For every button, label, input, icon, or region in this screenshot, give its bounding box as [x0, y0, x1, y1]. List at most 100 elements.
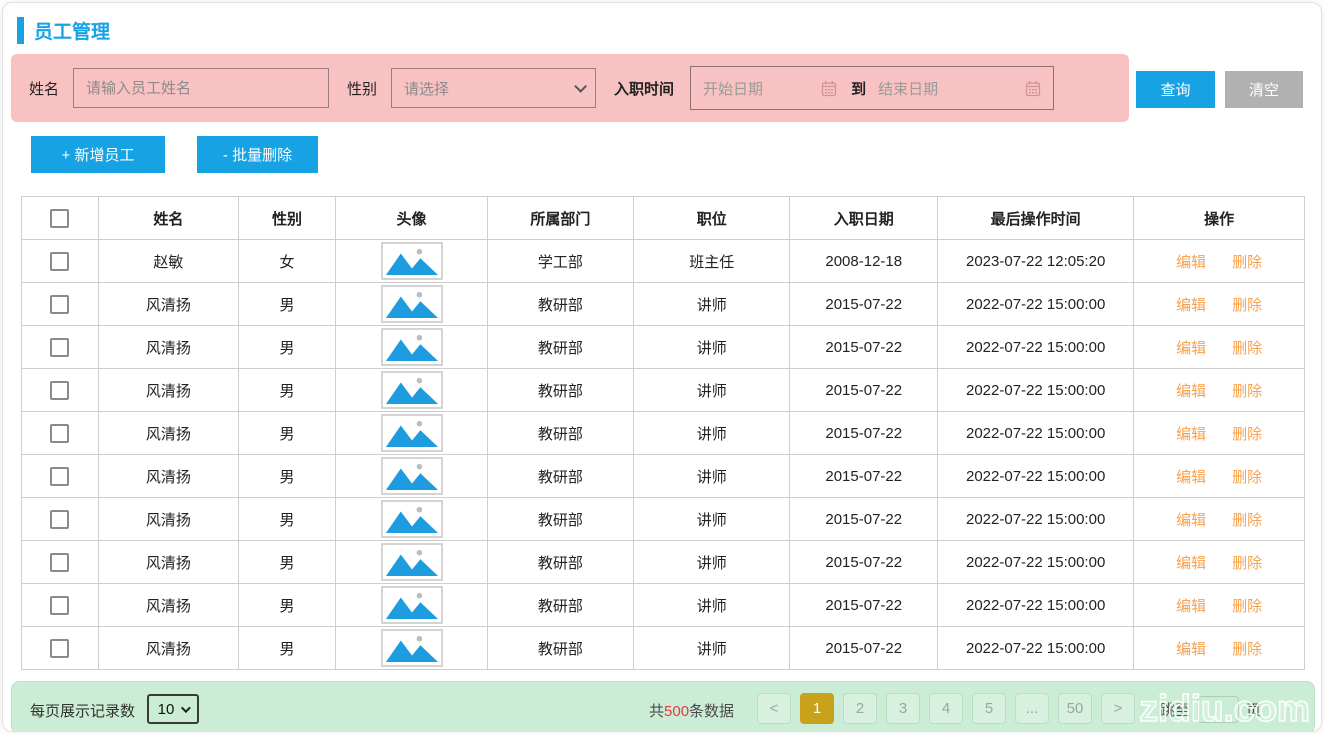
edit-link[interactable]: 编辑	[1176, 340, 1206, 357]
page-button-3[interactable]: 3	[886, 693, 920, 724]
avatar-image	[381, 586, 443, 624]
edit-link[interactable]: 编辑	[1176, 254, 1206, 271]
edit-link[interactable]: 编辑	[1176, 641, 1206, 658]
delete-link[interactable]: 删除	[1232, 383, 1262, 400]
edit-link[interactable]: 编辑	[1176, 512, 1206, 529]
query-button[interactable]: 查询	[1136, 71, 1215, 108]
delete-link[interactable]: 删除	[1232, 598, 1262, 615]
cell-position: 讲师	[633, 541, 790, 584]
cell-employee-name: 风清扬	[98, 455, 238, 498]
delete-link[interactable]: 删除	[1232, 340, 1262, 357]
cell-last-op-time: 2022-07-22 15:00:00	[938, 412, 1134, 455]
clear-button[interactable]: 清空	[1225, 71, 1303, 108]
pagination-buttons: <12345... 50 >	[757, 693, 1135, 724]
cell-hire-date: 2008-12-18	[790, 240, 938, 283]
batch-delete-button[interactable]: - 批量删除	[197, 136, 318, 173]
delete-link[interactable]: 删除	[1232, 254, 1262, 271]
name-label: 姓名	[29, 78, 59, 99]
jump-page-input[interactable]	[1197, 696, 1239, 723]
edit-link[interactable]: 编辑	[1176, 469, 1206, 486]
column-header: 头像	[336, 197, 487, 240]
cell-employee-name: 风清扬	[98, 541, 238, 584]
cell-position: 讲师	[633, 369, 790, 412]
add-employee-button[interactable]: + 新增员工	[31, 136, 165, 173]
pagination-footer: 每页展示记录数 10 共500条数据 <12345...50> 跳至 页 zid…	[11, 681, 1315, 732]
column-header: 操作	[1134, 197, 1305, 240]
cell-gender: 男	[238, 326, 336, 369]
row-checkbox[interactable]	[50, 639, 69, 658]
cell-position: 讲师	[633, 412, 790, 455]
row-checkbox[interactable]	[50, 381, 69, 400]
cell-hire-date: 2015-07-22	[790, 283, 938, 326]
caret-down-icon	[181, 703, 191, 713]
cell-department: 教研部	[487, 541, 633, 584]
avatar-image	[381, 500, 443, 538]
edit-link[interactable]: 编辑	[1176, 383, 1206, 400]
page-button-1[interactable]: 1	[800, 693, 834, 724]
table-row: 赵敏 女 学工部 班主任 2008-12-18 2023-07-22 12:05…	[22, 240, 1305, 283]
edit-link[interactable]: 编辑	[1176, 297, 1206, 314]
gender-select[interactable]: 请选择	[391, 68, 596, 108]
edit-link[interactable]: 编辑	[1176, 555, 1206, 572]
date-range-to-label: 到	[851, 78, 866, 99]
table-row: 风清扬 男 教研部 讲师 2015-07-22 2022-07-22 15:00…	[22, 326, 1305, 369]
cell-employee-name: 风清扬	[98, 627, 238, 670]
page-button-2[interactable]: 2	[843, 693, 877, 724]
row-checkbox[interactable]	[50, 510, 69, 529]
edit-link[interactable]: 编辑	[1176, 598, 1206, 615]
employee-name-input[interactable]	[73, 68, 329, 108]
table-row: 风清扬 男 教研部 讲师 2015-07-22 2022-07-22 15:00…	[22, 498, 1305, 541]
avatar-image	[381, 328, 443, 366]
row-checkbox[interactable]	[50, 252, 69, 271]
cell-gender: 男	[238, 369, 336, 412]
cell-last-op-time: 2022-07-22 15:00:00	[938, 627, 1134, 670]
delete-link[interactable]: 删除	[1232, 641, 1262, 658]
row-checkbox[interactable]	[50, 424, 69, 443]
column-header: 性别	[238, 197, 336, 240]
cell-gender: 男	[238, 541, 336, 584]
per-page-select[interactable]: 10	[147, 694, 199, 724]
cell-department: 学工部	[487, 240, 633, 283]
hire-date-range-picker[interactable]: 开始日期 到 结束日期	[690, 66, 1054, 110]
cell-last-op-time: 2022-07-22 15:00:00	[938, 326, 1134, 369]
cell-employee-name: 风清扬	[98, 584, 238, 627]
page-button-50[interactable]: 50	[1058, 693, 1092, 724]
cell-position: 班主任	[633, 240, 790, 283]
row-checkbox[interactable]	[50, 553, 69, 572]
table-row: 风清扬 男 教研部 讲师 2015-07-22 2022-07-22 15:00…	[22, 541, 1305, 584]
table-row: 风清扬 男 教研部 讲师 2015-07-22 2022-07-22 15:00…	[22, 627, 1305, 670]
image-placeholder-icon	[385, 461, 439, 491]
cell-department: 教研部	[487, 498, 633, 541]
cell-employee-name: 风清扬	[98, 369, 238, 412]
table-row: 风清扬 男 教研部 讲师 2015-07-22 2022-07-22 15:00…	[22, 455, 1305, 498]
select-all-checkbox[interactable]	[50, 209, 69, 228]
start-date-placeholder: 开始日期	[703, 78, 763, 99]
cell-hire-date: 2015-07-22	[790, 627, 938, 670]
row-checkbox[interactable]	[50, 295, 69, 314]
delete-link[interactable]: 删除	[1232, 512, 1262, 529]
cell-hire-date: 2015-07-22	[790, 498, 938, 541]
cell-department: 教研部	[487, 627, 633, 670]
avatar-image	[381, 629, 443, 667]
row-checkbox[interactable]	[50, 338, 69, 357]
cell-department: 教研部	[487, 584, 633, 627]
delete-link[interactable]: 删除	[1232, 555, 1262, 572]
row-checkbox[interactable]	[50, 596, 69, 615]
page-button-5[interactable]: 5	[972, 693, 1006, 724]
table-row: 风清扬 男 教研部 讲师 2015-07-22 2022-07-22 15:00…	[22, 584, 1305, 627]
delete-link[interactable]: 删除	[1232, 297, 1262, 314]
ellipsis-page-button[interactable]: ...	[1015, 693, 1049, 724]
delete-link[interactable]: 删除	[1232, 469, 1262, 486]
delete-link[interactable]: 删除	[1232, 426, 1262, 443]
cell-employee-name: 风清扬	[98, 412, 238, 455]
row-checkbox[interactable]	[50, 467, 69, 486]
jump-label: 跳至	[1160, 699, 1190, 720]
cell-department: 教研部	[487, 455, 633, 498]
prev-page-button[interactable]: <	[757, 693, 791, 724]
page-button-4[interactable]: 4	[929, 693, 963, 724]
cell-gender: 男	[238, 498, 336, 541]
image-placeholder-icon	[385, 547, 439, 577]
next-page-button[interactable]: >	[1101, 693, 1135, 724]
avatar-image	[381, 371, 443, 409]
edit-link[interactable]: 编辑	[1176, 426, 1206, 443]
